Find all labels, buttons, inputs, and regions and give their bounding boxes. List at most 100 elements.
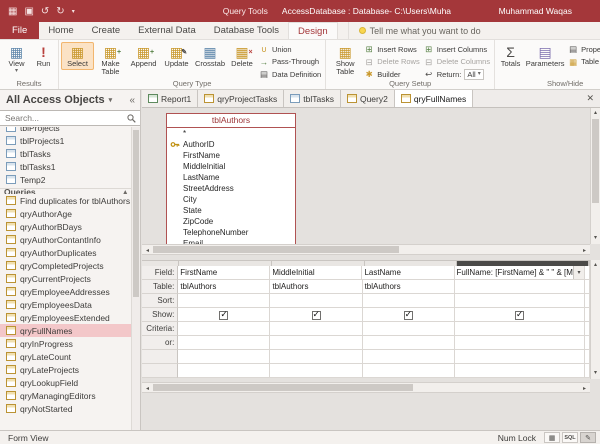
blank-cell[interactable]	[270, 350, 362, 364]
scroll-right-arrow[interactable]: ▸	[580, 385, 589, 394]
design-view-button[interactable]: ✎	[580, 432, 596, 443]
table-cell[interactable]: tblAuthors	[178, 280, 270, 294]
tab-external-data[interactable]: External Data	[129, 22, 205, 39]
blank-cell[interactable]	[363, 364, 455, 378]
view-button[interactable]: ▦ View ▾	[2, 42, 31, 76]
nav-item-table[interactable]: tblTasks1	[0, 160, 132, 173]
nav-item-query[interactable]: Find duplicates for tblAuthors	[0, 194, 132, 207]
blank-cell[interactable]	[455, 350, 585, 364]
nav-item-table[interactable]: tblTasks	[0, 147, 132, 160]
nav-item-query[interactable]: qryEmployeesData	[0, 298, 132, 311]
sql-view-button[interactable]: SQL	[562, 432, 578, 443]
scroll-down-arrow[interactable]: ▾	[591, 234, 600, 243]
select-query-button[interactable]: ▦ Select	[61, 42, 94, 70]
union-button[interactable]: ∪ Union	[257, 43, 323, 56]
scroll-left-arrow[interactable]: ◂	[143, 247, 152, 256]
doc-tab-qryfullnames[interactable]: qryFullNames	[395, 90, 473, 107]
totals-button[interactable]: Σ Totals	[497, 42, 524, 70]
scrollbar-thumb[interactable]	[153, 246, 399, 253]
scroll-up-arrow[interactable]: ▴	[591, 261, 600, 270]
undo-icon[interactable]: ↺	[41, 6, 49, 17]
make-table-button[interactable]: ▦+ Make Table	[94, 42, 127, 79]
doc-tab-report1[interactable]: Report1	[142, 90, 198, 107]
doc-tab-query2[interactable]: Query2	[341, 90, 395, 107]
scrollbar-thumb[interactable]	[133, 130, 139, 297]
criteria-cell[interactable]	[363, 322, 455, 336]
table-names-button[interactable]: ▦ Table Names	[566, 56, 600, 69]
tab-design[interactable]: Design	[288, 22, 338, 39]
doc-tab-tbltasks[interactable]: tblTasks	[284, 90, 341, 107]
nav-item-query[interactable]: qryEmployeesExtended	[0, 311, 132, 324]
insert-rows-button[interactable]: ⊞ Insert Rows	[362, 43, 422, 56]
blank-cell[interactable]	[178, 350, 270, 364]
nav-item-query[interactable]: qryCurrentProjects	[0, 272, 132, 285]
sort-cell[interactable]	[178, 294, 270, 308]
or-cell[interactable]	[455, 336, 585, 350]
redo-icon[interactable]: ↻	[56, 6, 64, 17]
field-lastname[interactable]: LastName	[167, 172, 295, 183]
nav-item-query[interactable]: qryAuthorDuplicates	[0, 246, 132, 259]
nav-scrollbar[interactable]	[131, 127, 140, 430]
show-table-button[interactable]: ▦ Show Table	[328, 42, 362, 79]
nav-item-query[interactable]: qryLateCount	[0, 350, 132, 363]
scroll-right-arrow[interactable]: ▸	[580, 247, 589, 256]
property-sheet-button[interactable]: ▤ Property Sheet	[566, 43, 600, 56]
grid-vertical-scrollbar[interactable]: ▴ ▾	[590, 260, 600, 379]
nav-item-table[interactable]: Temp2	[0, 173, 132, 186]
field-middleinitial[interactable]: MiddleInitial	[167, 161, 295, 172]
field-telephonenumber[interactable]: TelephoneNumber	[167, 227, 295, 238]
nav-item-query[interactable]: qryEmployeeAddresses	[0, 285, 132, 298]
delete-rows-button[interactable]: ⊟ Delete Rows	[362, 56, 422, 69]
blank-cell[interactable]	[178, 364, 270, 378]
show-checkbox-checked[interactable]	[515, 311, 524, 320]
show-checkbox-checked[interactable]	[219, 311, 228, 320]
field-cell[interactable]: MiddleInitial	[270, 266, 362, 280]
scroll-left-arrow[interactable]: ◂	[143, 385, 152, 394]
nav-item-query[interactable]: qryCompletedProjects	[0, 259, 132, 272]
criteria-cell[interactable]	[178, 322, 270, 336]
scroll-up-arrow[interactable]: ▴	[591, 109, 600, 118]
nav-pane-header[interactable]: All Access Objects ▾ «	[0, 90, 140, 110]
delete-query-button[interactable]: ▦× Delete	[227, 42, 257, 70]
parameters-button[interactable]: ▤ Parameters	[524, 42, 566, 70]
save-icon[interactable]: ▣	[24, 6, 33, 17]
criteria-cell[interactable]	[270, 322, 362, 336]
sort-cell[interactable]	[363, 294, 455, 308]
field-cell[interactable]: FirstName	[178, 266, 270, 280]
field-city[interactable]: City	[167, 194, 295, 205]
nav-item-query[interactable]: qryAuthorContantInfo	[0, 233, 132, 246]
tab-file[interactable]: File	[0, 22, 39, 39]
qat-customize-icon[interactable]: ▾	[72, 8, 75, 15]
blank-cell[interactable]	[270, 364, 362, 378]
blank-cell[interactable]	[363, 350, 455, 364]
field-authorid[interactable]: AuthorID	[167, 139, 295, 150]
search-input[interactable]	[5, 113, 127, 123]
nav-item-query[interactable]: qryAuthorAge	[0, 207, 132, 220]
design-pane-horizontal-scrollbar[interactable]: ◂ ▸	[142, 244, 590, 255]
show-checkbox-checked[interactable]	[404, 311, 413, 320]
delete-columns-button[interactable]: ⊟ Delete Columns	[422, 56, 492, 69]
nav-item-query[interactable]: qryAuthorBDays	[0, 220, 132, 233]
show-checkbox-checked[interactable]	[312, 311, 321, 320]
shutter-close-icon[interactable]: «	[129, 95, 135, 106]
append-button[interactable]: ▦+ Append	[127, 42, 160, 70]
field-list-title[interactable]: tblAuthors	[167, 114, 295, 128]
nav-item-table[interactable]: tblProjects	[0, 127, 132, 134]
run-button[interactable]: ! Run	[31, 42, 56, 70]
field-cell[interactable]: LastName	[362, 266, 454, 280]
doc-tab-qryprojecttasks[interactable]: qryProjectTasks	[198, 90, 284, 107]
table-cell[interactable]	[455, 280, 585, 294]
nav-item-query[interactable]: qryLookupField	[0, 376, 132, 389]
nav-item-query[interactable]: qryInProgress	[0, 337, 132, 350]
field-state[interactable]: State	[167, 205, 295, 216]
field-cell-expression[interactable]: FullName: [FirstName] & " " & [MiddleIni…	[455, 266, 585, 280]
close-document-button[interactable]: ✕	[580, 93, 600, 104]
design-pane-vertical-scrollbar[interactable]: ▴ ▾	[590, 108, 600, 244]
scrollbar-thumb[interactable]	[592, 119, 599, 203]
field-dropdown-button[interactable]: ▾	[573, 266, 584, 279]
update-button[interactable]: ▦✎ Update	[160, 42, 193, 70]
table-cell[interactable]: tblAuthors	[270, 280, 362, 294]
field-firstname[interactable]: FirstName	[167, 150, 295, 161]
field-zipcode[interactable]: ZipCode	[167, 216, 295, 227]
sort-cell[interactable]	[455, 294, 585, 308]
